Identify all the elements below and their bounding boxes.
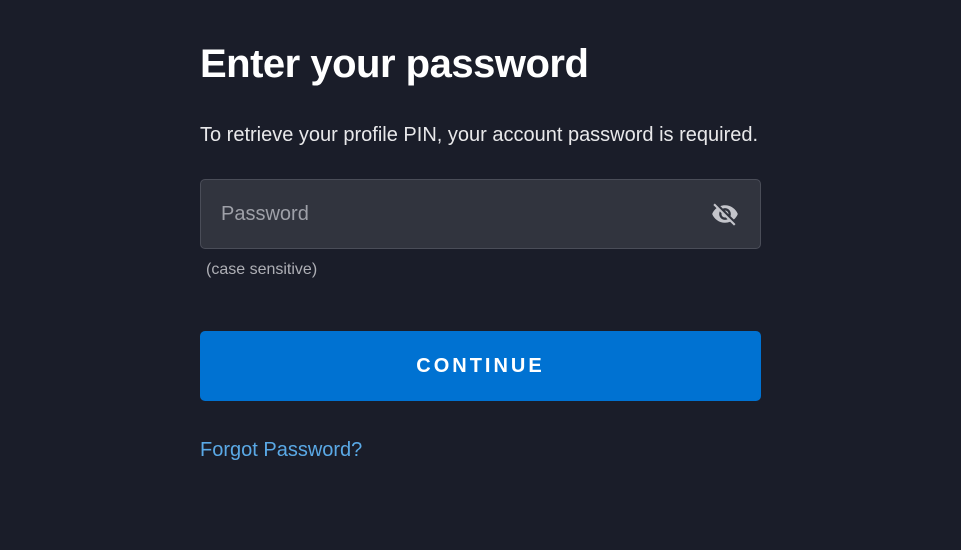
visibility-off-icon[interactable] (711, 200, 739, 228)
instruction-text: To retrieve your profile PIN, your accou… (200, 119, 761, 151)
forgot-password-link[interactable]: Forgot Password? (200, 439, 362, 461)
password-field-wrapper (200, 179, 761, 249)
continue-button[interactable]: CONTINUE (200, 331, 761, 401)
page-title: Enter your password (200, 42, 761, 87)
password-input[interactable] (200, 179, 761, 249)
password-hint: (case sensitive) (206, 261, 761, 279)
